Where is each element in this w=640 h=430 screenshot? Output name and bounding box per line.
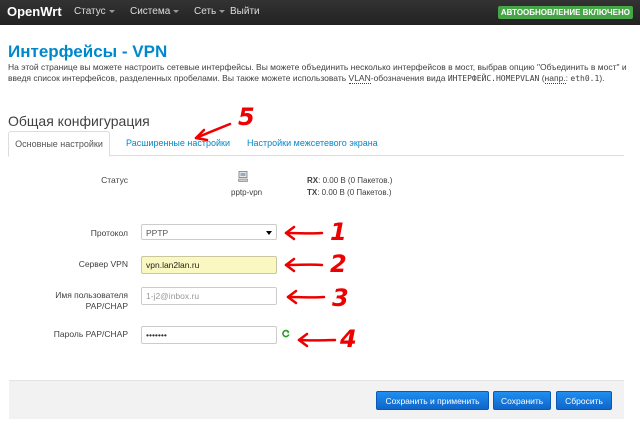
- annotation-number-3: 3: [332, 284, 349, 312]
- password-label: Пароль PAP/CHAP: [53, 329, 128, 339]
- page-title: Интерфейсы - VPN: [8, 42, 168, 61]
- dropdown-arrow-icon: [266, 231, 272, 235]
- config-tabs: Основные настройки Расширенные настройки…: [8, 131, 624, 157]
- menu-logout[interactable]: Выйти: [230, 6, 260, 17]
- annotation-arrow-1: [284, 225, 324, 241]
- chevron-down-icon: [219, 9, 226, 13]
- vpn-server-input[interactable]: vpn.lan2lan.ru: [141, 256, 277, 274]
- reveal-password-icon[interactable]: [282, 329, 290, 338]
- network-interface-icon: [238, 171, 248, 182]
- protocol-select[interactable]: PPTP: [141, 224, 277, 240]
- annotation-number-5: 5: [238, 103, 255, 131]
- annotation-number-1: 1: [330, 218, 347, 246]
- chevron-down-icon: [173, 9, 180, 13]
- menu-system[interactable]: Система: [130, 6, 180, 17]
- vpn-server-label: Сервер VPN: [78, 259, 128, 269]
- status-traffic: RX: 0.00 B (0 Пакетов.) TX: 0.00 B (0 Па…: [307, 175, 392, 199]
- username-input[interactable]: 1-j2@inbox.ru: [141, 287, 277, 305]
- vlan-abbr: VLAN: [348, 73, 371, 84]
- menu-status[interactable]: Статус: [74, 6, 115, 17]
- annotation-arrow-5: [194, 122, 232, 142]
- annotation-number-4: 4: [340, 325, 357, 353]
- annotation-arrow-3: [286, 289, 326, 305]
- top-navbar: OpenWrt Статус Система Сеть Выйти АВТООБ…: [0, 0, 640, 25]
- protocol-label: Протокол: [90, 228, 128, 238]
- tab-general-settings[interactable]: Основные настройки: [8, 131, 110, 157]
- page-description: На этой странице вы можете настроить сет…: [8, 62, 627, 84]
- brand-logo[interactable]: OpenWrt: [7, 4, 62, 19]
- status-label: Статус: [101, 175, 128, 185]
- tx-row: TX: 0.00 B (0 Пакетов.): [307, 188, 392, 197]
- reset-button[interactable]: Сбросить: [556, 391, 612, 410]
- save-apply-button[interactable]: Сохранить и применить: [376, 391, 489, 410]
- chevron-down-icon: [108, 9, 115, 13]
- status-device-name: pptp-vpn: [231, 188, 263, 197]
- tab-firewall-settings[interactable]: Настройки межсетевого экрана: [247, 131, 378, 155]
- menu-network[interactable]: Сеть: [194, 6, 226, 17]
- annotation-arrow-2: [284, 257, 324, 273]
- annotation-number-2: 2: [330, 250, 347, 278]
- password-input[interactable]: •••••••: [141, 326, 277, 344]
- section-title: Общая конфигурация: [8, 113, 150, 129]
- autoupdate-badge[interactable]: АВТООБНОВЛЕНИЕ ВКЛЮЧЕНО: [497, 6, 633, 19]
- username-label: Имя пользователя PAP/CHAP: [55, 290, 128, 311]
- annotation-arrow-4: [297, 332, 337, 348]
- rx-row: RX: 0.00 B (0 Пакетов.): [307, 176, 393, 185]
- save-button[interactable]: Сохранить: [493, 391, 551, 410]
